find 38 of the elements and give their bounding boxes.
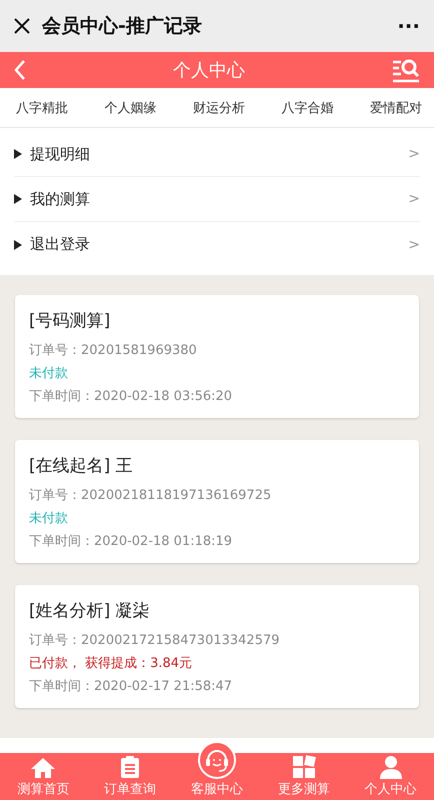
order-title: [在线起名] 王 xyxy=(29,455,134,477)
home-icon xyxy=(30,757,56,779)
triangle-icon xyxy=(14,149,22,159)
grid-icon xyxy=(292,755,316,779)
nav-link[interactable]: 爱情配对 xyxy=(370,98,422,116)
chevron: > xyxy=(408,236,420,252)
nav-link[interactable]: 八字合婚 xyxy=(282,98,334,116)
menu-label: 提现明细 xyxy=(30,144,91,164)
order-number: 订单号：202002172158473013342579 xyxy=(29,632,281,649)
triangle-icon xyxy=(14,194,22,204)
order-status: 未付款 xyxy=(29,510,69,527)
window-title: 会员中心-推广记录 xyxy=(42,14,203,39)
nav-link[interactable]: 财运分析 xyxy=(193,98,245,116)
menu-label: 退出登录 xyxy=(30,235,91,254)
menu-label: 我的测算 xyxy=(30,190,91,208)
chevron: > xyxy=(408,191,420,207)
order-title: [姓名分析] 凝柒 xyxy=(29,600,151,622)
chevron: > xyxy=(408,146,420,162)
order-time: 下单时间：2020-02-18 01:18:19 xyxy=(29,533,234,550)
order-time: 下单时间：2020-02-17 21:58:47 xyxy=(29,678,234,695)
order-number: 订单号：20200218118197136169725 xyxy=(29,487,272,504)
order-status: 已付款， 获得提成：3.84元 xyxy=(29,655,194,672)
header-title: 个人中心 xyxy=(173,59,245,82)
order-number: 订单号：20201581969380 xyxy=(29,342,198,359)
back-icon[interactable] xyxy=(14,60,26,80)
close-icon[interactable] xyxy=(14,18,30,34)
user-icon xyxy=(378,755,403,779)
nav-link[interactable]: 个人姻缘 xyxy=(104,98,156,116)
order-status: 未付款 xyxy=(29,365,69,382)
menu-row[interactable]: 退出登录 > xyxy=(14,222,420,267)
more-button[interactable]: ··· xyxy=(397,14,420,38)
search-icon[interactable] xyxy=(392,57,420,83)
menu-row[interactable]: 提现明细 > xyxy=(14,132,420,177)
order-time: 下单时间：2020-02-18 03:56:20 xyxy=(29,388,234,405)
nav-link[interactable]: 八字精批 xyxy=(16,98,68,116)
menu-row[interactable]: 我的测算 > xyxy=(14,177,420,222)
order-title: [号码测算] xyxy=(29,310,112,332)
triangle-icon xyxy=(14,240,22,250)
